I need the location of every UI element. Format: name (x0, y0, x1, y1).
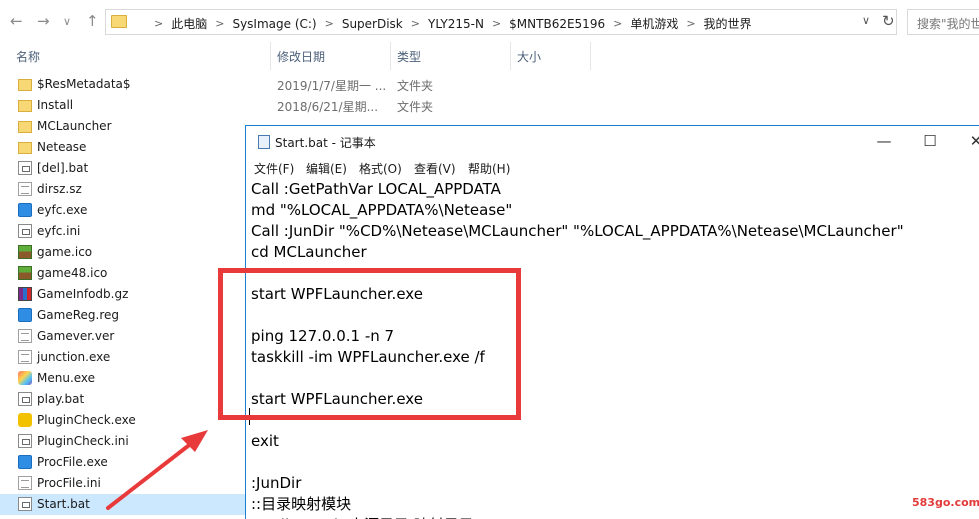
watermark: 583go.com (912, 496, 979, 509)
annotation-arrow (106, 430, 208, 510)
arrow-shaft (106, 437, 199, 510)
